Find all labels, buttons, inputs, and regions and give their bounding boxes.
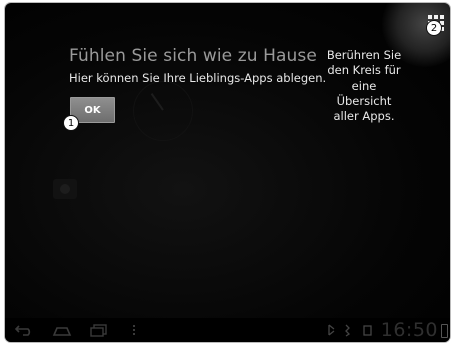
annotation-marker-1: 1	[63, 115, 79, 131]
camera-icon	[53, 179, 77, 199]
cling-subtitle: Hier können Sie Ihre Lieblings-Apps able…	[69, 71, 327, 85]
hint-line: Berühren Sie	[326, 48, 402, 62]
battery-icon	[441, 324, 448, 338]
system-navigation-bar: 16:50	[5, 318, 450, 342]
status-icons	[328, 324, 372, 337]
hint-line: aller Apps.	[333, 109, 395, 124]
cling-title: Fühlen Sie sich wie zu Hause	[69, 46, 317, 66]
home-icon[interactable]	[51, 322, 73, 338]
status-clock: 16:50	[380, 319, 438, 341]
hint-line: den Kreis für	[327, 63, 401, 78]
back-icon[interactable]	[14, 322, 34, 338]
hint-line: eine	[351, 78, 377, 93]
apps-hint-text: Berühren Sie den Kreis für eine Übersich…	[325, 48, 403, 124]
annotation-marker-2: 2	[426, 20, 442, 36]
dim-camera-shortcut	[47, 179, 83, 221]
dim-analog-clock-widget	[133, 81, 193, 141]
hint-line: Übersicht	[336, 93, 392, 108]
recent-apps-icon[interactable]	[89, 322, 109, 338]
dim-google-search	[13, 9, 103, 23]
tablet-screen: Fühlen Sie sich wie zu Hause Hier können…	[5, 3, 450, 342]
menu-icon[interactable]	[131, 322, 137, 338]
